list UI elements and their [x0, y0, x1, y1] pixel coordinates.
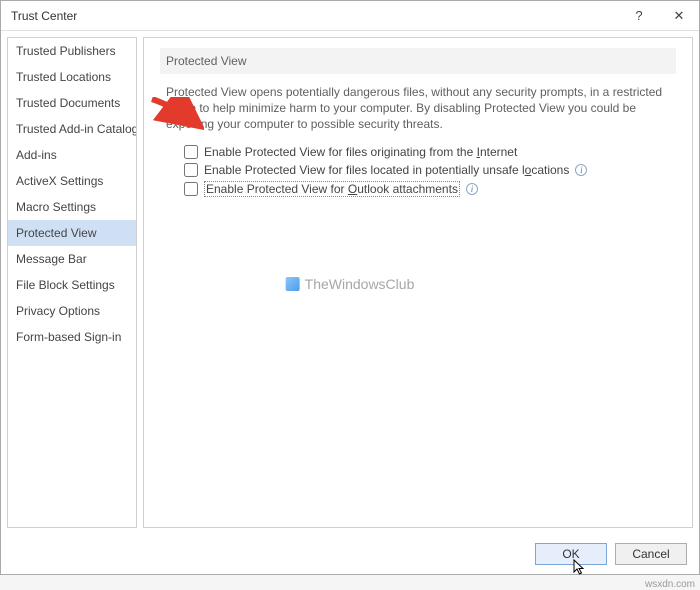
sidebar-item-add-ins[interactable]: Add-ins	[8, 142, 136, 168]
sidebar-item-trusted-documents[interactable]: Trusted Documents	[8, 90, 136, 116]
label-internet[interactable]: Enable Protected View for files originat…	[204, 145, 517, 159]
sidebar-item-macro-settings[interactable]: Macro Settings	[8, 194, 136, 220]
option-unsafe-locations: Enable Protected View for files located …	[184, 163, 676, 177]
sidebar-item-privacy-options[interactable]: Privacy Options	[8, 298, 136, 324]
sidebar-item-trusted-locations[interactable]: Trusted Locations	[8, 64, 136, 90]
cursor-icon	[573, 559, 587, 577]
section-header: Protected View	[160, 48, 676, 74]
label-outlook-attachments[interactable]: Enable Protected View for Outlook attach…	[204, 181, 460, 197]
close-button[interactable]: ✕	[659, 1, 699, 31]
attribution-text: wsxdn.com	[645, 579, 695, 590]
sidebar-item-activex-settings[interactable]: ActiveX Settings	[8, 168, 136, 194]
section-description: Protected View opens potentially dangero…	[166, 84, 676, 133]
footer: OK Cancel	[1, 534, 699, 574]
dialog-body: Trusted Publishers Trusted Locations Tru…	[1, 31, 699, 534]
sidebar-item-trusted-addin-catalogs[interactable]: Trusted Add-in Catalogs	[8, 116, 136, 142]
option-internet: Enable Protected View for files originat…	[184, 145, 676, 159]
sidebar-item-message-bar[interactable]: Message Bar	[8, 246, 136, 272]
checkbox-internet[interactable]	[184, 145, 198, 159]
content-panel: Protected View Protected View opens pote…	[143, 37, 693, 528]
sidebar-item-protected-view[interactable]: Protected View	[8, 220, 136, 246]
info-icon[interactable]: i	[575, 164, 587, 176]
titlebar: Trust Center ? ✕	[1, 1, 699, 31]
dialog-title: Trust Center	[11, 9, 619, 23]
option-outlook-attachments: Enable Protected View for Outlook attach…	[184, 181, 676, 197]
help-button[interactable]: ?	[619, 1, 659, 31]
dialog-window: Trust Center ? ✕ Trusted Publishers Trus…	[0, 0, 700, 575]
checkbox-outlook-attachments[interactable]	[184, 182, 198, 196]
cancel-button[interactable]: Cancel	[615, 543, 687, 565]
sidebar: Trusted Publishers Trusted Locations Tru…	[7, 37, 137, 528]
sidebar-item-file-block-settings[interactable]: File Block Settings	[8, 272, 136, 298]
label-unsafe-locations[interactable]: Enable Protected View for files located …	[204, 163, 569, 177]
checkbox-unsafe-locations[interactable]	[184, 163, 198, 177]
ok-button[interactable]: OK	[535, 543, 607, 565]
info-icon[interactable]: i	[466, 183, 478, 195]
sidebar-item-form-based-sign-in[interactable]: Form-based Sign-in	[8, 324, 136, 350]
sidebar-item-trusted-publishers[interactable]: Trusted Publishers	[8, 38, 136, 64]
